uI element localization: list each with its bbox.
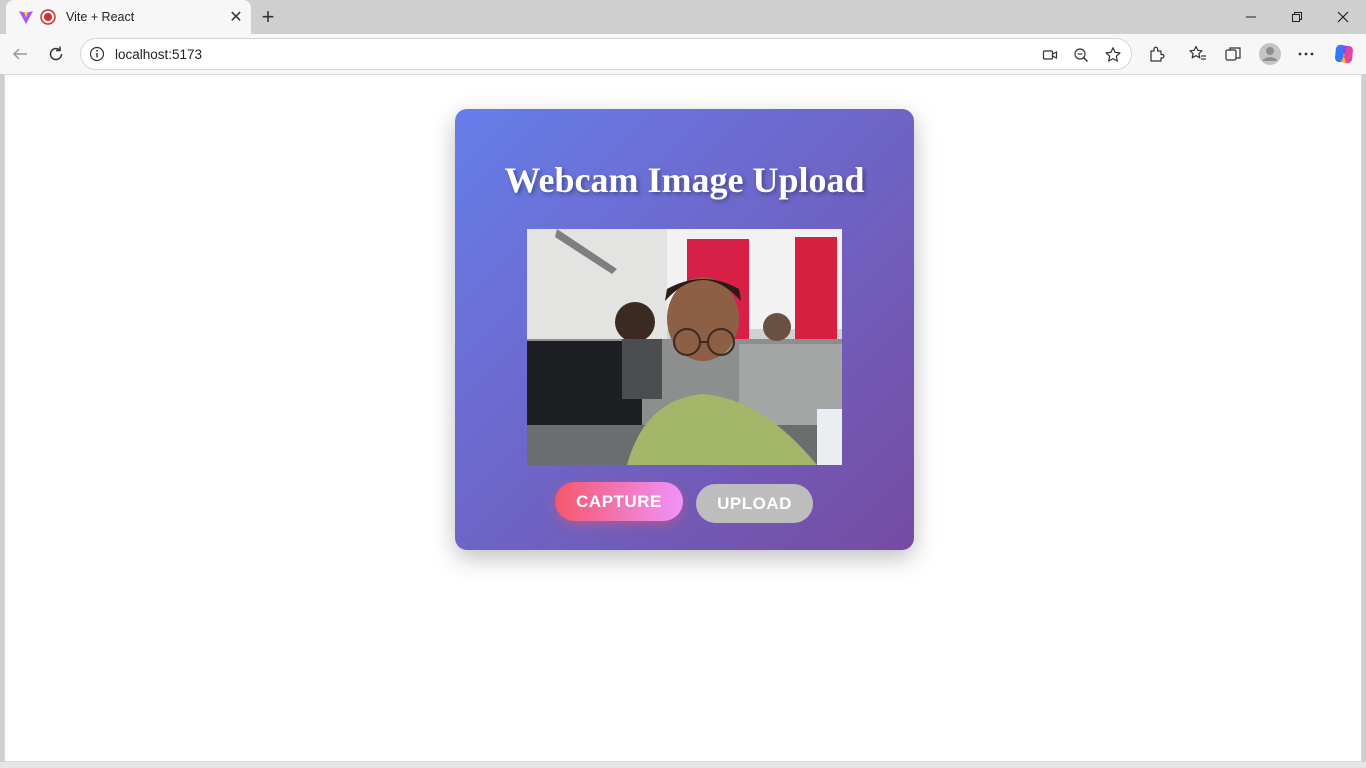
browser-tab[interactable]: Vite + React ✕: [6, 0, 251, 34]
webcam-frame-image: [527, 229, 842, 465]
favorite-star-icon[interactable]: [1104, 46, 1122, 64]
webcam-preview: [527, 229, 842, 465]
restore-icon[interactable]: [1274, 0, 1320, 34]
profile-avatar-icon[interactable]: [1258, 42, 1282, 66]
address-bar[interactable]: localhost:5173: [80, 38, 1132, 70]
extensions-icon[interactable]: [1147, 44, 1167, 64]
taskbar-edge: [0, 762, 1366, 768]
browser-toolbar: localhost:5173: [0, 34, 1366, 74]
minimize-icon[interactable]: [1228, 0, 1274, 34]
zoom-out-icon[interactable]: [1072, 46, 1090, 64]
back-arrow-icon[interactable]: [6, 40, 34, 68]
copilot-icon[interactable]: [1332, 42, 1356, 66]
url-text: localhost:5173: [115, 47, 203, 62]
capture-button[interactable]: CAPTURE: [555, 482, 683, 521]
reload-icon[interactable]: [42, 40, 70, 68]
upload-card: Webcam Image Upload CAPTURE UPLOAD: [455, 109, 914, 550]
tab-close-icon[interactable]: ✕: [225, 6, 247, 28]
recording-icon: [40, 9, 56, 25]
site-info-icon[interactable]: [89, 46, 105, 62]
upload-button[interactable]: UPLOAD: [696, 484, 813, 523]
new-tab-button[interactable]: +: [256, 4, 280, 29]
favorites-icon[interactable]: [1188, 44, 1208, 64]
camera-in-use-icon[interactable]: [1041, 46, 1059, 64]
collections-icon[interactable]: [1223, 44, 1243, 64]
tab-title: Vite + React: [66, 10, 135, 24]
more-options-icon[interactable]: [1296, 44, 1316, 64]
tab-bar: Vite + React ✕ +: [0, 0, 1366, 34]
window-close-icon[interactable]: [1320, 0, 1366, 34]
vite-logo-icon: [18, 9, 34, 25]
page-title: Webcam Image Upload: [504, 160, 865, 200]
page-viewport: Webcam Image Upload CAPTURE UPLOAD: [4, 74, 1362, 762]
